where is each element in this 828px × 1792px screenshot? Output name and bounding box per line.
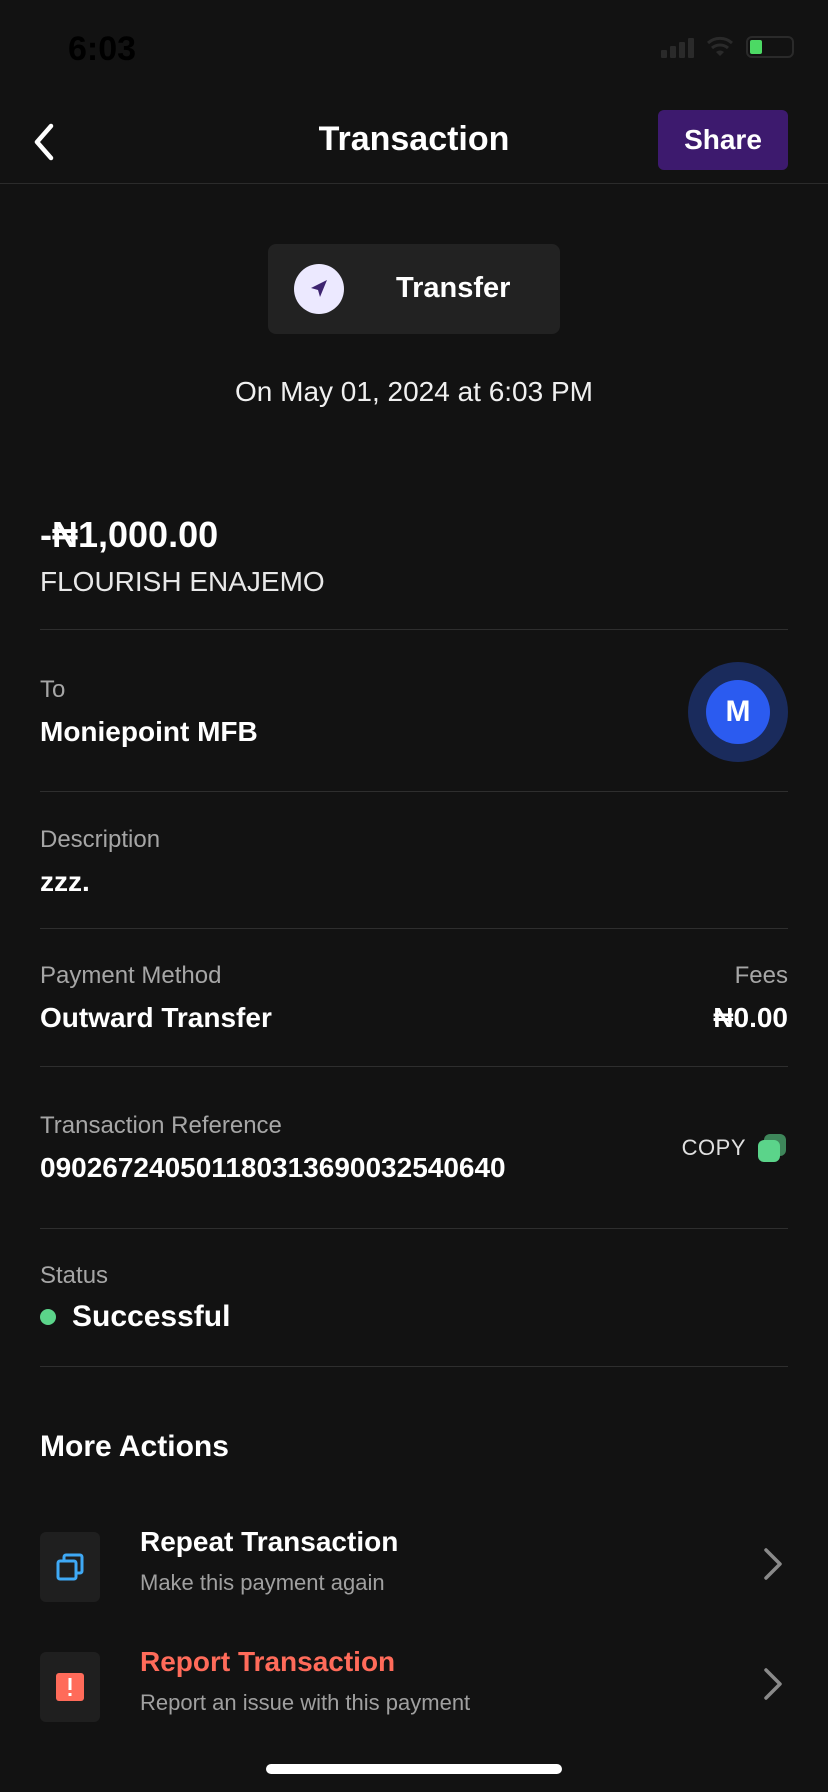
to-label: To (40, 676, 66, 703)
home-indicator[interactable] (266, 1764, 562, 1774)
wifi-icon (706, 36, 734, 58)
status-dot (40, 1309, 56, 1325)
repeat-icon (40, 1532, 100, 1602)
description-value: zzz. (40, 866, 90, 897)
send-arrow-icon (294, 264, 344, 314)
payment-method-value: Outward Transfer (40, 1002, 272, 1033)
report-transaction-title: Report Transaction (140, 1646, 396, 1677)
repeat-transaction-title: Repeat Transaction (140, 1526, 399, 1557)
report-transaction-action[interactable]: Report Transaction Report an issue with … (40, 1646, 788, 1726)
divider (40, 928, 788, 929)
report-transaction-subtitle: Report an issue with this payment (140, 1690, 471, 1715)
beneficiary-name: FLOURISH ENAJEMO (40, 566, 325, 597)
divider (40, 1066, 788, 1067)
chevron-right-icon (758, 1544, 788, 1584)
divider (40, 1366, 788, 1367)
battery-icon (746, 36, 794, 58)
copy-button[interactable]: COPY (682, 1132, 788, 1164)
reference-label: Transaction Reference (40, 1112, 282, 1139)
alert-icon (40, 1652, 100, 1722)
signal-icon (661, 36, 694, 58)
divider (40, 629, 788, 630)
status-row: Successful (40, 1300, 230, 1334)
fees-label: Fees (734, 962, 788, 989)
repeat-transaction-subtitle: Make this payment again (140, 1570, 385, 1595)
reference-value: 090267240501180313690032540640 (40, 1152, 506, 1183)
share-button[interactable]: Share (658, 110, 788, 170)
bank-initial: M (706, 680, 770, 744)
payment-method-label: Payment Method (40, 962, 222, 989)
transaction-type-pill: Transfer (268, 244, 560, 334)
header: Transaction Share (0, 100, 828, 184)
description-label: Description (40, 826, 161, 853)
transaction-screen: 6:03 Transaction Share Transfer On May 0… (0, 0, 828, 1792)
transaction-date: On May 01, 2024 at 6:03 PM (235, 376, 593, 407)
repeat-transaction-action[interactable]: Repeat Transaction Make this payment aga… (40, 1526, 788, 1606)
chevron-right-icon (758, 1664, 788, 1704)
bank-avatar: M (688, 662, 788, 762)
transaction-amount: -₦1,000.00 (40, 514, 219, 555)
status-time: 6:03 (68, 30, 137, 68)
copy-icon (756, 1132, 788, 1164)
fees-value: ₦0.00 (713, 1002, 788, 1033)
more-actions-title: More Actions (40, 1430, 229, 1463)
transaction-type-label: Transfer (396, 272, 511, 304)
status-value: Successful (72, 1300, 231, 1333)
divider (40, 1228, 788, 1229)
status-icons (661, 36, 794, 58)
to-value: Moniepoint MFB (40, 716, 258, 747)
copy-label: COPY (681, 1135, 746, 1160)
status-label: Status (40, 1262, 109, 1289)
divider (40, 791, 788, 792)
status-bar: 6:03 (0, 0, 828, 100)
